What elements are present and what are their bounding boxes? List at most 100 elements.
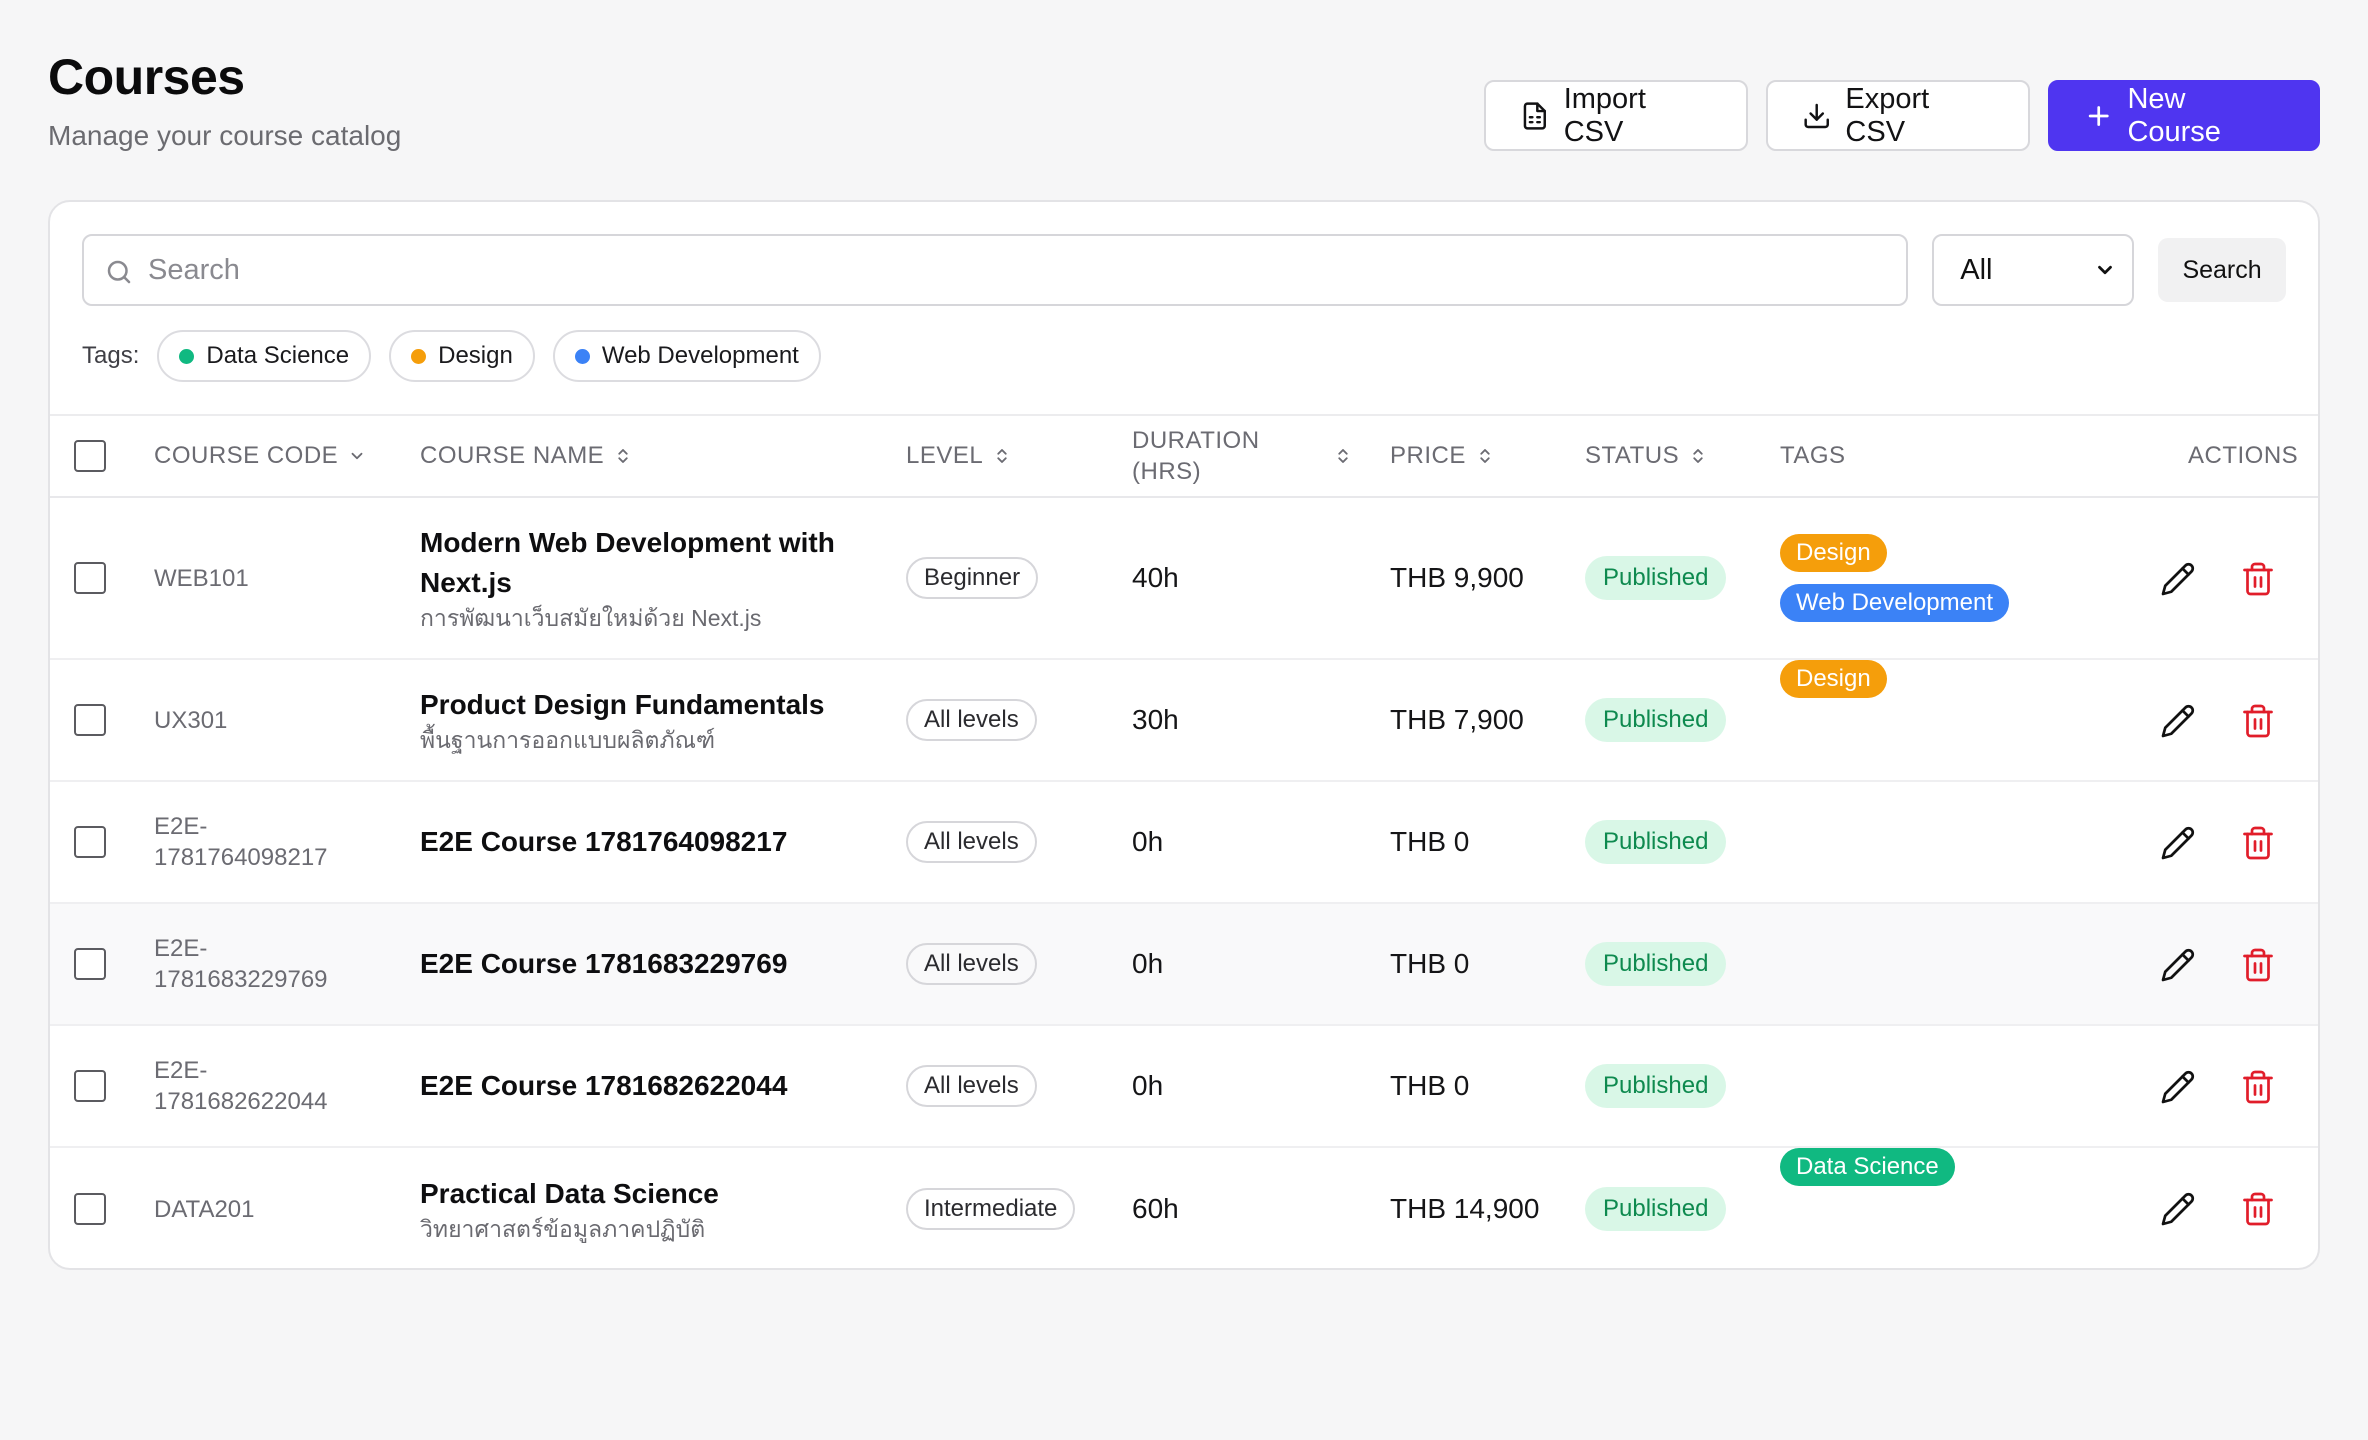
duration: 30h (1132, 704, 1179, 735)
delete-trash-icon[interactable] (2240, 703, 2276, 739)
course-name-cell: E2E Course 1781764098217 (420, 782, 787, 902)
course-name[interactable]: E2E Course 1781764098217 (420, 822, 787, 862)
level-cell: All levels (906, 1026, 1037, 1146)
status-badge: Published (1585, 942, 1727, 986)
column-duration[interactable]: DURATION (HRS) (1132, 416, 1352, 496)
sort-icon (1338, 449, 1348, 463)
column-label: COURSE NAME (420, 442, 605, 469)
row-select-cell (74, 1026, 106, 1146)
page-title: Courses (48, 49, 245, 105)
course-name-block: Modern Web Development with Next.js การพ… (420, 523, 880, 633)
delete-trash-icon[interactable] (2240, 1191, 2276, 1227)
search-button[interactable]: Search (2158, 238, 2286, 302)
status-cell: Published (1585, 498, 1727, 658)
duration: 0h (1132, 1070, 1164, 1101)
courses-card: All Search Tags: Data Science Design Web… (48, 200, 2320, 1270)
import-csv-button[interactable]: Import CSV (1484, 80, 1748, 151)
tag-pill-design: Design (1780, 660, 1887, 698)
table-row: DATA201 Practical Data Science วิทยาศาสต… (50, 1148, 2318, 1268)
sort-icon (1480, 449, 1490, 463)
table-row: E2E-1781682622044 E2E Course 17816826220… (50, 1026, 2318, 1148)
export-csv-button[interactable]: Export CSV (1766, 80, 2030, 151)
edit-pencil-icon[interactable] (2160, 703, 2196, 739)
duration: 60h (1132, 1193, 1179, 1224)
course-code: E2E-1781683229769 (154, 935, 328, 993)
course-name[interactable]: Modern Web Development with Next.js (420, 523, 880, 603)
row-checkbox[interactable] (74, 826, 106, 858)
column-price[interactable]: PRICE (1390, 416, 1494, 496)
delete-trash-icon[interactable] (2240, 1069, 2276, 1105)
course-code: E2E-1781764098217 (154, 813, 328, 871)
tag-filter-label: Data Science (206, 342, 350, 369)
column-label: LEVEL (906, 442, 984, 469)
edit-pencil-icon[interactable] (2160, 1069, 2196, 1105)
tag-filter-label: Web Development (601, 342, 799, 369)
tags-label: Tags: (82, 342, 140, 369)
row-checkbox[interactable] (74, 1193, 106, 1225)
edit-pencil-icon[interactable] (2160, 1191, 2196, 1227)
search-icon (107, 260, 131, 284)
course-name[interactable]: Practical Data Science (420, 1174, 719, 1214)
page-subtitle: Manage your course catalog (48, 120, 402, 151)
sort-icon (1693, 449, 1703, 463)
level-badge: All levels (906, 821, 1037, 863)
price: THB 0 (1390, 826, 1470, 857)
delete-trash-icon[interactable] (2240, 947, 2276, 983)
delete-trash-icon[interactable] (2240, 825, 2276, 861)
select-all-checkbox[interactable] (74, 440, 106, 472)
level-badge: Beginner (906, 557, 1039, 599)
course-name[interactable]: E2E Course 1781683229769 (420, 944, 787, 984)
status-badge: Published (1585, 556, 1727, 600)
tags-list: Design Web Development (1780, 534, 2009, 622)
status-filter-select[interactable]: All (1932, 234, 2135, 306)
edit-pencil-icon[interactable] (2160, 825, 2196, 861)
tag-filter-design[interactable]: Design (389, 330, 535, 382)
status-cell: Published (1585, 904, 1727, 1024)
status-cell: Published (1585, 1148, 1727, 1268)
row-checkbox[interactable] (74, 704, 106, 736)
table-row: E2E-1781764098217 E2E Course 17817640982… (50, 782, 2318, 904)
search-input[interactable] (148, 253, 1848, 287)
column-label: ACTIONS (2188, 442, 2299, 469)
column-label-line: (HRS) (1132, 458, 1202, 485)
column-label: COURSE CODE (154, 442, 339, 469)
tag-pill-web-development: Web Development (1780, 584, 2009, 622)
course-name-thai: วิทยาศาสตร์ข้อมูลภาคปฏิบัติ (420, 1216, 706, 1242)
column-tags: TAGS (1780, 416, 1846, 496)
course-name-cell: Product Design Fundamentals พื้นฐานการออ… (420, 660, 880, 780)
column-course-name[interactable]: COURSE NAME (420, 416, 632, 496)
column-level[interactable]: LEVEL (906, 416, 1011, 496)
column-course-code[interactable]: COURSE CODE (154, 416, 366, 496)
new-course-label: New Course (2127, 82, 2221, 148)
tag-color-dot (179, 348, 195, 364)
table-row: UX301 Product Design Fundamentals พื้นฐา… (50, 660, 2318, 782)
edit-pencil-icon[interactable] (2160, 561, 2196, 597)
column-status[interactable]: STATUS (1585, 416, 1707, 496)
row-checkbox[interactable] (74, 948, 106, 980)
select-all-cell (74, 416, 106, 496)
row-checkbox[interactable] (74, 562, 106, 594)
courses-table: COURSE CODE COURSE NAME LEVEL DURATION (H… (50, 414, 2318, 1268)
course-name[interactable]: E2E Course 1781682622044 (420, 1066, 787, 1106)
tag-filter-web-development[interactable]: Web Development (552, 330, 821, 382)
new-course-button[interactable]: New Course (2048, 80, 2320, 151)
header-actions: Import CSV Export CSV New Course (1484, 80, 2320, 151)
course-name[interactable]: Product Design Fundamentals (420, 685, 825, 725)
column-label: DURATION (HRS) (1132, 425, 1260, 487)
tag-filter-data-science[interactable]: Data Science (157, 330, 372, 382)
search-box (82, 234, 1909, 306)
tag-color-dot (574, 348, 590, 364)
edit-pencil-icon[interactable] (2160, 947, 2196, 983)
delete-trash-icon[interactable] (2240, 561, 2276, 597)
course-name-cell: E2E Course 1781682622044 (420, 1026, 787, 1146)
column-label-line: DURATION (1132, 427, 1260, 454)
course-code: DATA201 (154, 1195, 255, 1223)
status-badge: Published (1585, 1064, 1727, 1108)
courses-page: Courses Manage your course catalog Impor… (0, 0, 2368, 1440)
chevron-down-icon (2098, 265, 2112, 275)
row-checkbox[interactable] (74, 1070, 106, 1102)
status-cell: Published (1585, 782, 1727, 902)
row-select-cell (74, 782, 106, 902)
column-actions: ACTIONS (2188, 416, 2298, 496)
tag-pill-data-science: Data Science (1780, 1148, 1955, 1186)
